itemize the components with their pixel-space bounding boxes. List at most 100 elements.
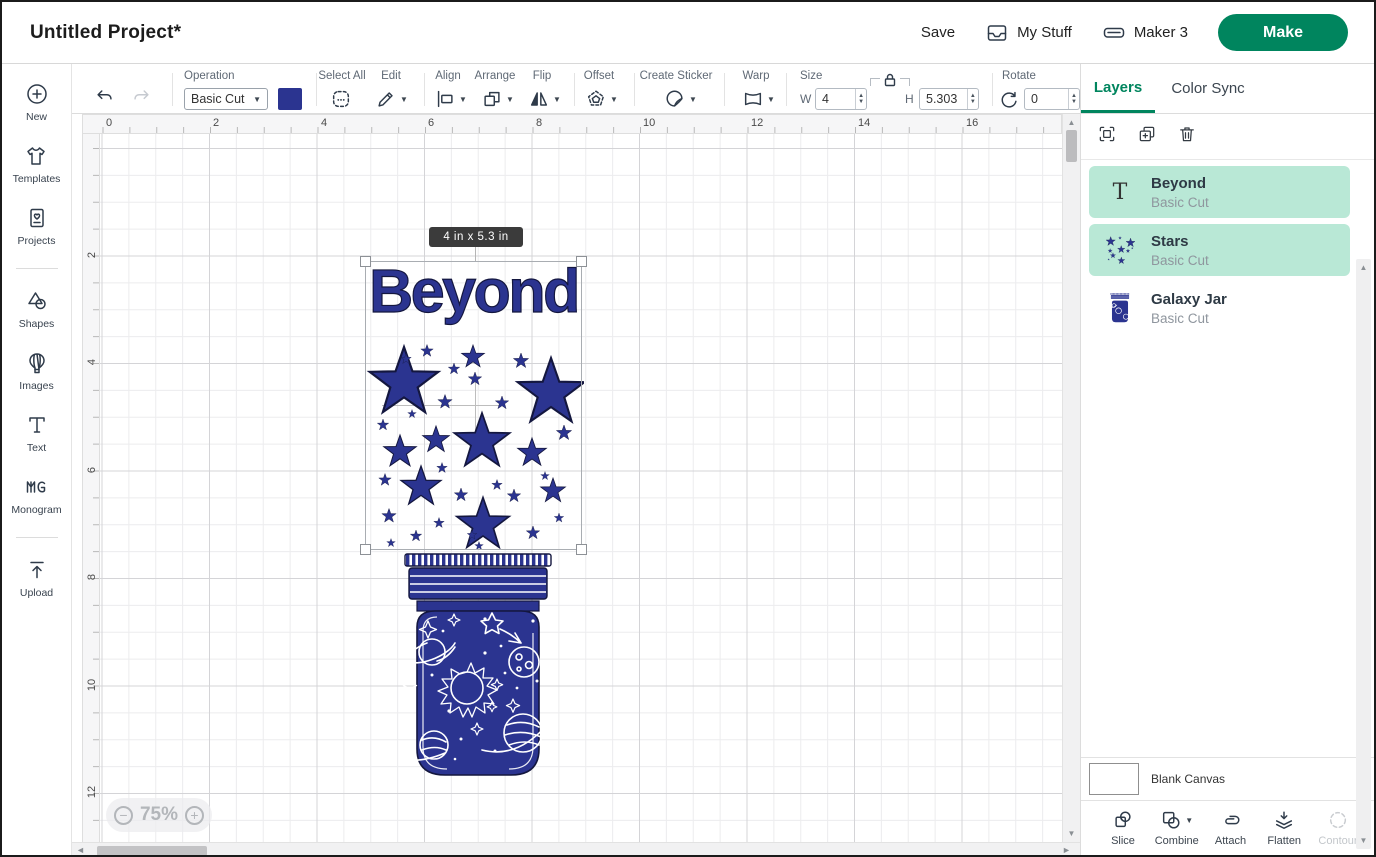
canvas-vertical-scrollbar[interactable]: ▲ ▼	[1062, 114, 1080, 842]
toolbar-divider	[724, 73, 725, 106]
sidebar-item-monogram[interactable]: Monogram	[11, 475, 61, 516]
app-window: Untitled Project* Save My Stuff Maker 3 …	[0, 0, 1376, 857]
scroll-up-arrow[interactable]: ▲	[1063, 118, 1080, 127]
header-actions: Save My Stuff Maker 3 Make	[921, 14, 1348, 51]
create-sticker-button[interactable]: ▼	[664, 88, 697, 110]
shapes-icon	[25, 289, 49, 313]
sidebar-item-shapes[interactable]: Shapes	[19, 289, 55, 330]
zoom-level: 75%	[140, 804, 178, 826]
my-stuff-button[interactable]: My Stuff	[985, 21, 1072, 45]
cutting-machine-icon	[1102, 21, 1126, 45]
pencil-icon	[375, 88, 397, 110]
selection-handle-bottom-left[interactable]	[360, 544, 371, 555]
canvas-area: 0 2 4 6 8 10 12 14 16 2 4 6 8 10 12 4 in…	[72, 114, 1080, 857]
galaxy-jar-design-object[interactable]	[397, 553, 559, 781]
toolbar-divider	[992, 73, 993, 106]
flatten-icon	[1273, 809, 1295, 831]
height-input-box: ▲▼	[919, 88, 979, 110]
toolbar-divider	[172, 73, 173, 106]
scroll-down-arrow[interactable]: ▼	[1063, 829, 1080, 838]
chevron-down-icon: ▼	[459, 95, 467, 104]
width-input[interactable]	[816, 89, 855, 109]
rotate-stepper[interactable]: ▲▼	[1068, 89, 1079, 109]
design-canvas[interactable]: 4 in x 5.3 in Beyond	[100, 134, 1062, 842]
size-lock-button[interactable]	[882, 72, 898, 93]
canvas-background-label: Blank Canvas	[1151, 772, 1225, 786]
flip-icon	[528, 88, 550, 110]
layer-row-galaxy-jar[interactable]: Galaxy Jar Basic Cut	[1089, 282, 1350, 334]
align-label: Align	[428, 70, 468, 82]
height-stepper[interactable]: ▲▼	[967, 89, 978, 109]
text-layer-thumbnail: T	[1103, 175, 1137, 209]
tab-color-sync[interactable]: Color Sync	[1155, 64, 1261, 113]
selection-handle-top-right[interactable]	[576, 256, 587, 267]
height-label: H	[905, 92, 914, 106]
make-button[interactable]: Make	[1218, 14, 1348, 51]
duplicate-layer-button[interactable]	[1137, 124, 1157, 149]
stars-layer-thumbnail	[1103, 233, 1137, 267]
selection-handle-bottom-right[interactable]	[576, 544, 587, 555]
height-input[interactable]	[920, 89, 967, 109]
scroll-down-arrow[interactable]: ▼	[1356, 836, 1371, 845]
chevron-down-icon: ▼	[506, 95, 514, 104]
machine-selector[interactable]: Maker 3	[1102, 21, 1188, 45]
combine-button[interactable]: ▼ Combine	[1151, 808, 1203, 857]
project-card-icon	[25, 206, 49, 230]
tshirt-icon	[24, 144, 48, 168]
align-button[interactable]: ▼	[434, 88, 467, 110]
sidebar-item-new[interactable]: New	[25, 82, 49, 123]
rotate-input[interactable]	[1025, 89, 1068, 109]
warp-button[interactable]: ▼	[742, 88, 775, 110]
undo-button[interactable]	[94, 86, 116, 108]
sidebar-item-projects[interactable]: Projects	[18, 206, 56, 247]
paperclip-icon	[1220, 809, 1242, 831]
sidebar-item-text[interactable]: Text	[25, 413, 49, 454]
sidebar-item-images[interactable]: Images	[19, 351, 53, 392]
layer-row-beyond[interactable]: T Beyond Basic Cut	[1089, 166, 1350, 218]
sidebar-item-templates[interactable]: Templates	[13, 144, 61, 185]
layer-actions-bar	[1081, 114, 1376, 160]
width-stepper[interactable]: ▲▼	[855, 89, 866, 109]
offset-label: Offset	[574, 70, 624, 82]
slice-button[interactable]: Slice	[1097, 808, 1149, 857]
selection-handle-top-left[interactable]	[360, 256, 371, 267]
select-layers-button[interactable]	[1097, 124, 1117, 149]
arrange-button[interactable]: ▼	[481, 88, 514, 110]
tab-layers[interactable]: Layers	[1081, 64, 1155, 113]
save-button[interactable]: Save	[921, 24, 955, 41]
chevron-down-icon: ▼	[767, 95, 775, 104]
zoom-out-button[interactable]: −	[114, 806, 133, 825]
offset-button[interactable]: ▼	[585, 88, 618, 110]
redo-icon	[130, 86, 152, 108]
toolbar-divider	[634, 73, 635, 106]
contour-icon	[1327, 809, 1349, 831]
color-swatch[interactable]	[278, 88, 302, 110]
canvas-horizontal-scrollbar[interactable]: ◄ ►	[72, 842, 1080, 857]
scroll-up-arrow[interactable]: ▲	[1356, 263, 1371, 272]
delete-layer-button[interactable]	[1177, 124, 1197, 149]
flip-button[interactable]: ▼	[528, 88, 561, 110]
edit-button[interactable]: ▼	[375, 88, 408, 110]
project-title[interactable]: Untitled Project*	[30, 22, 181, 44]
vertical-scroll-thumb[interactable]	[1066, 130, 1077, 162]
plus-circle-icon	[25, 82, 49, 106]
scroll-left-arrow[interactable]: ◄	[76, 845, 85, 855]
layers-list-scrollbar[interactable]: ▲ ▼	[1356, 259, 1371, 849]
redo-button[interactable]	[130, 86, 152, 108]
operation-select[interactable]: Basic Cut▼	[184, 88, 268, 110]
sidebar-divider	[16, 537, 58, 538]
rotate-button[interactable]	[998, 89, 1020, 111]
align-icon	[434, 88, 456, 110]
canvas-color-swatch[interactable]	[1089, 763, 1139, 795]
scroll-right-arrow[interactable]: ►	[1062, 845, 1071, 855]
width-label: W	[800, 92, 811, 106]
zoom-in-button[interactable]: +	[185, 806, 204, 825]
monogram-icon	[24, 475, 48, 499]
layer-row-stars[interactable]: Stars Basic Cut	[1089, 224, 1350, 276]
attach-button[interactable]: Attach	[1205, 808, 1257, 857]
select-all-button[interactable]	[330, 88, 352, 110]
sidebar-item-upload[interactable]: Upload	[20, 558, 53, 599]
selection-bounding-box[interactable]	[365, 261, 582, 550]
horizontal-scroll-thumb[interactable]	[97, 846, 207, 856]
flatten-button[interactable]: Flatten	[1258, 808, 1310, 857]
